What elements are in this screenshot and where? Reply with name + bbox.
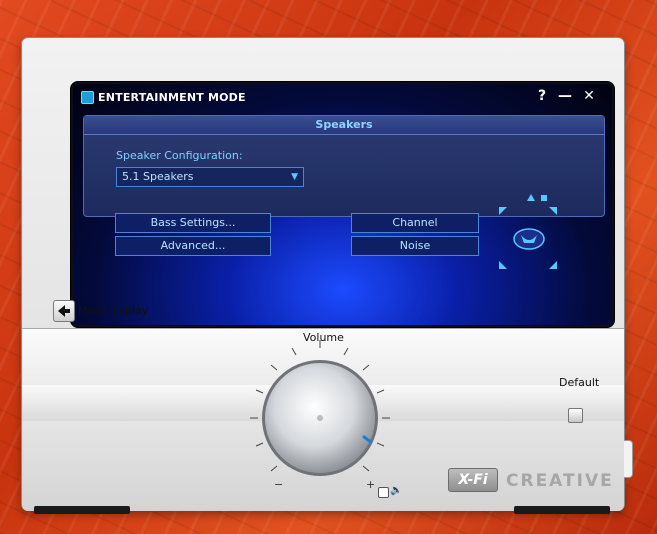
front-right-tweeter-icon [549,207,557,215]
minimize-button[interactable]: — [557,88,573,104]
volume-knob[interactable]: − + [240,338,420,498]
default-button[interactable] [568,408,583,423]
front-left-speaker-icon [499,207,507,215]
speaker-config-value: 5.1 Speakers [122,170,194,183]
panel-header: Speakers [84,116,604,135]
display-screen: ENTERTAINMENT MODE ? — ✕ Speakers Speake… [70,81,615,328]
title-bar: ENTERTAINMENT MODE ? — ✕ [71,82,614,110]
volume-max-label: + [366,478,375,491]
close-button[interactable]: ✕ [581,88,597,104]
window-title: ENTERTAINMENT MODE [98,91,246,104]
advanced-button[interactable]: Advanced... [115,236,271,256]
creative-logo: CREATIVE [506,471,614,491]
xfi-logo: X-Fi [448,468,498,492]
noise-button[interactable]: Noise [351,236,479,256]
speaker-config-select[interactable]: 5.1 Speakers ▼ [116,167,304,187]
help-button[interactable]: ? [534,88,550,104]
bass-settings-button[interactable]: Bass Settings... [115,213,271,233]
arrow-left-icon [58,305,70,317]
channel-button[interactable]: Channel [351,213,479,233]
rear-right-speaker-icon [549,261,557,269]
listener-icon [513,228,545,250]
app-window: ENTERTAINMENT MODE ? — ✕ Speakers Speake… [22,38,633,514]
main-display-label: Main Display [78,304,149,317]
front-right-speaker-icon [541,195,547,201]
mute-checkbox[interactable] [378,487,389,498]
speaker-config-label: Speaker Configuration: [116,149,243,162]
volume-min-label: − [274,478,283,491]
rear-left-speaker-icon [499,261,507,269]
back-button[interactable] [53,300,75,322]
center-speaker-icon [527,194,535,201]
chevron-down-icon: ▼ [291,172,298,182]
speaker-layout-icon[interactable] [491,191,571,281]
knob-center [317,415,323,421]
default-label: Default [559,376,600,389]
speaker-icon: 🔈 [390,485,403,496]
app-icon [81,91,94,104]
side-tab [624,440,633,478]
right-foot [514,506,610,514]
left-foot [34,506,130,514]
